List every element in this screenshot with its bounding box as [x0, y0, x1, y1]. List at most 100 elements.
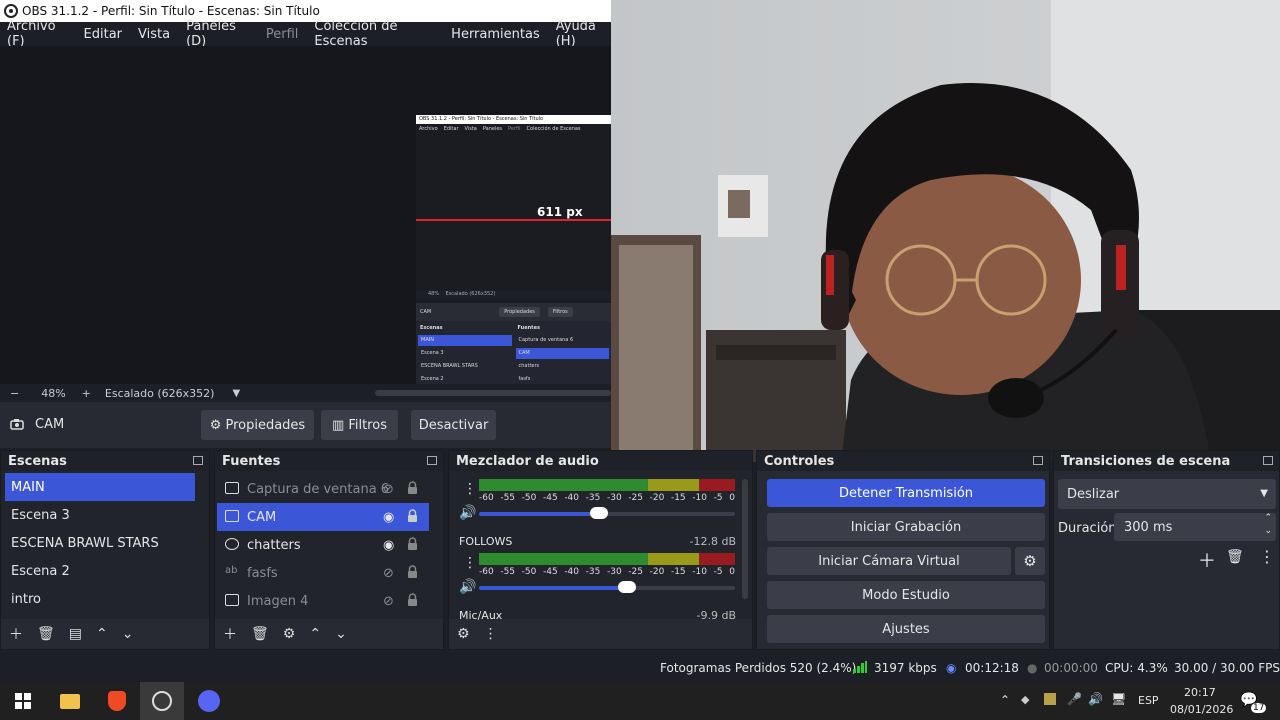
obs-taskbar-icon[interactable]: [140, 682, 184, 720]
scaling-dropdown-icon[interactable]: ▼: [232, 388, 240, 399]
controls-dock: Controles Detener Transmisión Iniciar Gr…: [756, 450, 1050, 650]
lock-icon[interactable]: [407, 565, 418, 579]
menu-archivo[interactable]: Archivo (F): [7, 19, 68, 49]
transition-menu-icon[interactable]: ⋮: [1259, 547, 1275, 566]
meter-tick-label: -15: [670, 493, 686, 503]
lock-icon[interactable]: [407, 593, 418, 607]
discord-icon[interactable]: [194, 682, 224, 720]
source-item[interactable]: ab fasfs ⊘: [217, 559, 429, 587]
network-icon[interactable]: 🖥: [1111, 692, 1126, 706]
settings-button[interactable]: Ajustes: [767, 615, 1045, 643]
eye-icon[interactable]: ◉: [383, 538, 394, 553]
add-source-button[interactable]: ＋: [223, 624, 237, 644]
menu-ayuda[interactable]: Ayuda (H): [556, 19, 611, 49]
move-down-icon[interactable]: ⌄: [122, 626, 134, 642]
add-scene-button[interactable]: ＋: [9, 624, 23, 644]
nested-menu-item: Perfil: [508, 126, 521, 132]
mixer-menu-icon[interactable]: ⋮: [484, 626, 498, 642]
lock-icon[interactable]: [407, 537, 418, 551]
sources-dock-header: Fuentes: [215, 451, 443, 471]
speaker-icon[interactable]: 🔊: [459, 579, 476, 595]
tray-chevron-up-icon[interactable]: ⌃: [1000, 693, 1010, 707]
virtual-camera-settings-gear-icon[interactable]: ⚙: [1015, 547, 1045, 575]
scene-filters-icon[interactable]: ▤: [69, 626, 82, 642]
trash-icon[interactable]: 🗑: [37, 626, 55, 642]
menu-vista[interactable]: Vista: [138, 27, 170, 42]
filters-button[interactable]: ▥ Filtros: [321, 410, 398, 440]
transition-selected: Deslizar: [1067, 486, 1120, 502]
menu-coleccion-escenas[interactable]: Colección de Escenas: [314, 19, 435, 49]
trash-icon[interactable]: 🗑: [251, 626, 269, 642]
lock-icon[interactable]: [407, 481, 418, 495]
source-name: Imagen 4: [247, 593, 309, 609]
hidden-eye-icon[interactable]: ⊘: [383, 482, 394, 497]
channel-menu-icon[interactable]: ⋮: [463, 481, 477, 497]
language-indicator[interactable]: ESP: [1138, 694, 1159, 707]
eye-icon[interactable]: ◉: [383, 510, 394, 525]
stop-stream-button[interactable]: Detener Transmisión: [767, 479, 1045, 507]
zoom-in-button[interactable]: +: [82, 387, 91, 400]
zoom-out-button[interactable]: −: [10, 387, 19, 400]
preview-scrollbar[interactable]: [375, 390, 611, 396]
transition-select[interactable]: Deslizar ▼: [1058, 479, 1276, 509]
properties-button[interactable]: ⚙ Propiedades: [201, 410, 314, 440]
menu-paneles[interactable]: Paneles (D): [186, 19, 250, 49]
scene-item[interactable]: Escena 2: [5, 557, 195, 585]
meter-tick-label: -50: [521, 567, 537, 577]
chevron-down-icon: ▼: [1260, 488, 1268, 499]
move-up-icon[interactable]: ⌃: [309, 626, 321, 642]
transitions-title: Transiciones de escena: [1061, 453, 1231, 469]
move-down-icon[interactable]: ⌄: [335, 626, 347, 642]
start-virtual-camera-button[interactable]: Iniciar Cámara Virtual: [767, 547, 1011, 575]
source-item[interactable]: chatters ◉: [217, 531, 429, 559]
undock-icon[interactable]: [1033, 456, 1043, 465]
guide-line: [416, 219, 611, 221]
start-recording-button[interactable]: Iniciar Grabación: [767, 513, 1045, 541]
spin-down-icon[interactable]: ⌄: [1264, 526, 1272, 536]
deactivate-button[interactable]: Desactivar: [411, 410, 496, 440]
lock-icon[interactable]: [407, 509, 418, 523]
mixer-scrollbar[interactable]: [742, 479, 748, 599]
undock-icon[interactable]: [193, 456, 203, 465]
clock-date[interactable]: 08/01/2026: [1170, 703, 1233, 716]
gear-icon[interactable]: ⚙: [283, 626, 296, 642]
add-transition-button[interactable]: ＋: [1198, 547, 1216, 573]
volume-slider[interactable]: [479, 581, 735, 593]
menu-perfil[interactable]: Perfil: [266, 27, 299, 42]
channel-menu-icon[interactable]: ⋮: [463, 555, 477, 571]
menu-herramientas[interactable]: Herramientas: [451, 27, 540, 42]
microphone-icon[interactable]: 🎤: [1067, 692, 1082, 706]
nested-scenes: Escenas MAIN Escena 3 ESCENA BRAWL STARS…: [418, 323, 512, 383]
trash-icon[interactable]: 🗑: [1226, 549, 1244, 565]
window-title: OBS 31.1.2 - Perfil: Sin Título - Escena…: [22, 4, 320, 18]
source-item[interactable]: Captura de ventana 6 ⊘: [217, 475, 429, 503]
spin-up-icon[interactable]: ⌃: [1264, 513, 1272, 523]
menu-editar[interactable]: Editar: [84, 27, 123, 42]
properties-label: Propiedades: [225, 417, 306, 433]
move-up-icon[interactable]: ⌃: [96, 626, 108, 642]
volume-icon[interactable]: 🔊: [1088, 692, 1103, 706]
volume-slider[interactable]: [479, 507, 735, 519]
clock-time[interactable]: 20:17: [1184, 686, 1216, 699]
nested-props: Propiedades: [499, 307, 540, 317]
source-item[interactable]: CAM ◉: [217, 503, 429, 531]
tray-discord-icon[interactable]: ◆: [1021, 693, 1029, 706]
duration-spinbox[interactable]: 300 ms ⌃ ⌄: [1114, 513, 1276, 541]
file-explorer-icon[interactable]: [55, 682, 85, 720]
undock-icon[interactable]: [427, 456, 437, 465]
start-button[interactable]: [10, 682, 36, 720]
hidden-eye-icon[interactable]: ⊘: [383, 594, 394, 609]
scene-item[interactable]: MAIN: [5, 473, 195, 501]
hidden-eye-icon[interactable]: ⊘: [383, 566, 394, 581]
brave-browser-icon[interactable]: [102, 682, 132, 720]
meter-zone: [479, 479, 648, 491]
scene-item[interactable]: Escena 3: [5, 501, 195, 529]
studio-mode-button[interactable]: Modo Estudio: [767, 581, 1045, 609]
undock-icon[interactable]: [1263, 456, 1273, 465]
speaker-icon[interactable]: 🔊: [459, 505, 476, 521]
gear-icon[interactable]: ⚙: [457, 626, 470, 642]
scene-item[interactable]: intro: [5, 585, 195, 613]
source-item[interactable]: Imagen 4 ⊘: [217, 587, 429, 615]
scene-item[interactable]: ESCENA BRAWL STARS: [5, 529, 195, 557]
tray-app-icon[interactable]: [1044, 693, 1056, 705]
